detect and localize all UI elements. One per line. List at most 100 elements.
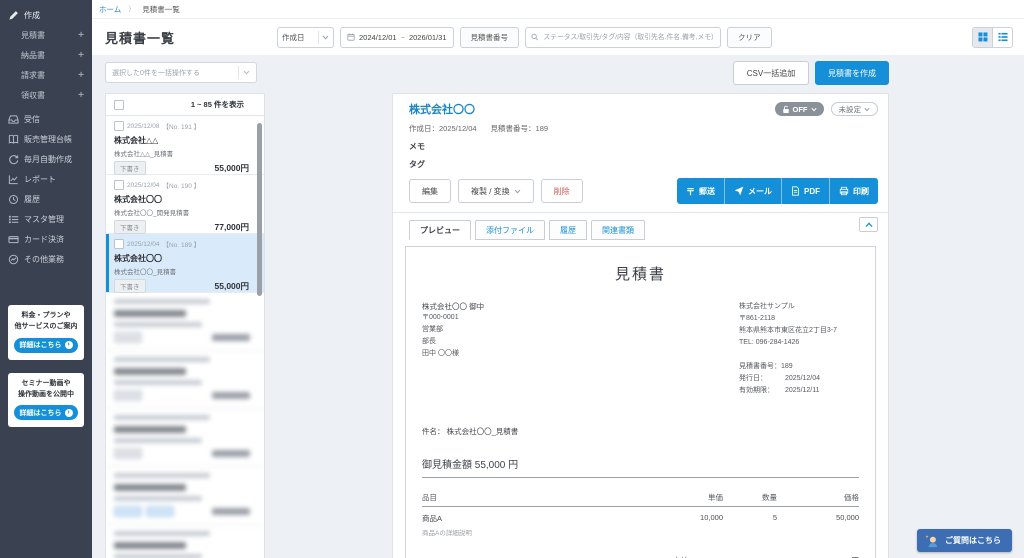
tab-history[interactable]: 履歴 [549,220,587,240]
date-range-input[interactable]: 2024/12/01 ~ 2026/01/31 [340,27,453,48]
document-subject: 件名： 株式会社〇〇_見積書 [422,426,859,437]
refresh-icon [7,153,19,165]
item-date: 2025/12/04 [127,241,160,248]
credit-card-icon [7,233,19,245]
breadcrumb: ホーム 〉 見積書一覧 [92,0,1024,19]
plus-icon[interactable]: + [78,30,84,41]
tab-related-docs[interactable]: 関連書類 [591,220,645,240]
list-count: 1 ~ 85 件を表示 [191,99,244,110]
detail-actions: 編集 複製 / 変換 削除 〒 郵送 [409,178,878,204]
chevron-down-icon [243,70,250,75]
promo-seminar-details-button[interactable]: 詳細はこちら › [14,405,78,420]
item-number: 【No. 190 】 [163,180,201,190]
create-estimate-button[interactable]: 見積書を作成 [815,61,889,85]
document-issue-date: 発行日：2025/12/04 [739,373,859,385]
list-item-blurred[interactable] [106,351,264,409]
plus-icon[interactable]: + [78,90,84,101]
sidebar-item-label: 作成 [24,10,40,21]
list-item-selected[interactable]: 2025/12/04 【No. 189 】 株式会社〇〇 株式会社〇〇_見積書 … [106,234,264,293]
main-area: ホーム 〉 見積書一覧 見積書一覧 作成日 2024/12/01 ~ 2026/… [92,0,1024,558]
row-checkbox[interactable] [114,239,124,249]
print-button[interactable]: 印刷 [829,178,878,204]
sidebar-item-other-tasks[interactable]: その他業務 [0,249,92,269]
list-view-button[interactable] [993,28,1012,47]
clear-button[interactable]: クリア [727,27,772,48]
list-item-blurred[interactable] [106,409,264,467]
help-button[interactable]: ご質問はこちら [917,529,1012,552]
bulk-action-select[interactable]: 選択した0件を一括操作する [105,62,257,83]
duplicate-convert-button[interactable]: 複製 / 変換 [458,179,534,203]
estimate-list-panel: 1 ~ 85 件を表示 2025/12/08 【No. 191 】 株式会社△△… [105,93,265,558]
breadcrumb-current: 見積書一覧 [142,4,180,15]
plus-icon[interactable]: + [78,50,84,61]
tab-preview[interactable]: プレビュー [409,220,471,240]
list-item-blurred[interactable] [106,293,264,351]
search-input[interactable] [541,33,715,42]
sidebar-item-delivery-slips[interactable]: 納品書 + [0,45,92,65]
sidebar-item-master[interactable]: マスタ管理 [0,209,92,229]
sidebar: 作成 見積書 + 納品書 + 請求書 + 領収書 + 受信 販売管 [0,0,92,558]
list-blurred-rows [106,293,264,558]
document-expiry-date: 有効期限：2025/12/11 [739,385,859,397]
list-item-blurred[interactable] [106,467,264,525]
tab-attachments[interactable]: 添付ファイル [475,220,545,240]
select-all-checkbox[interactable] [114,100,124,110]
report-chart-icon [7,173,19,185]
sidebar-item-create[interactable]: 作成 [0,5,92,25]
item-subject: 株式会社〇〇_見積書 [114,266,256,276]
estimate-number-button[interactable]: 見積書番号 [460,27,520,48]
plus-icon[interactable]: + [78,70,84,81]
promo-card-plans: 料金・プランや 他サービスのご案内 詳細はこちら › [8,305,84,360]
memo-label: メモ [409,141,878,152]
content-area: 選択した0件を一括操作する CSV一括追加 見積書を作成 1 ~ 85 件を表示 [92,55,1024,558]
list-item[interactable]: 2025/12/04 【No. 190 】 株式会社〇〇 株式会社〇〇_開発見積… [106,175,264,234]
sidebar-item-inbox[interactable]: 受信 [0,109,92,129]
lock-open-icon [782,105,790,114]
pdf-button[interactable]: PDF [781,178,829,204]
item-number: 【No. 189 】 [163,239,201,249]
document-recipient-block: 株式会社〇〇 御中 〒000-0001 営業部 部長 田中 〇〇様 [422,301,739,397]
sidebar-item-history[interactable]: 履歴 [0,189,92,209]
status-select[interactable]: 未設定 [831,102,879,116]
sidebar-item-receipts[interactable]: 領収書 + [0,85,92,105]
sidebar-item-estimates[interactable]: 見積書 + [0,25,92,45]
row-checkbox[interactable] [114,180,124,190]
list-item[interactable]: 2025/12/08 【No. 191 】 株式会社△△ 株式会社△△_見積書 … [106,116,264,175]
date-type-select[interactable]: 作成日 [277,27,334,48]
csv-bulk-add-button[interactable]: CSV一括追加 [733,61,809,85]
search-icon [531,33,538,41]
collapse-panel-button[interactable] [859,217,878,232]
divider [393,212,888,213]
lock-toggle[interactable]: OFF [775,102,824,116]
list-item-blurred[interactable] [106,525,264,558]
sidebar-item-auto-create[interactable]: 毎月自動作成 [0,149,92,169]
detail-company-title: 株式会社〇〇 [409,101,475,117]
delete-button[interactable]: 削除 [541,179,583,203]
item-company: 株式会社〇〇 [114,253,256,264]
master-list-icon [7,213,19,225]
other-tasks-chart-icon [7,253,19,265]
sidebar-item-card-payment[interactable]: カード決済 [0,229,92,249]
list-view-icon [998,32,1008,42]
sidebar-item-invoices[interactable]: 請求書 + [0,65,92,85]
item-amount: 55,000円 [215,162,250,174]
postal-mark-icon: 〒 [686,185,695,198]
breadcrumb-separator: 〉 [128,4,135,14]
sidebar-item-reports[interactable]: レポート [0,169,92,189]
promo-plans-details-button[interactable]: 詳細はこちら › [14,338,78,353]
item-amount: 77,000円 [215,221,250,233]
document-sender-block: 株式会社サンプル 〒861-2118 熊本県熊本市東区花立2丁目3-7 TEL:… [739,301,859,397]
postal-send-button[interactable]: 〒 郵送 [677,178,724,204]
page-title: 見積書一覧 [105,28,175,47]
items-table-row: 商品A 商品Aの詳細説明 10,000 5 50,000 [422,513,859,537]
edit-button[interactable]: 編集 [409,179,451,203]
breadcrumb-home-link[interactable]: ホーム [99,4,121,15]
chevron-up-icon [865,222,873,228]
send-actions-bar: 〒 郵送 メール PDF [677,178,878,204]
sidebar-item-sales-ledger[interactable]: 販売管理台帳 [0,129,92,149]
list-scrollbar-thumb[interactable] [257,123,262,296]
email-button[interactable]: メール [724,178,781,204]
row-checkbox[interactable] [114,121,124,131]
item-subject: 株式会社〇〇_開発見積書 [114,207,256,217]
grid-view-button[interactable] [973,28,993,47]
